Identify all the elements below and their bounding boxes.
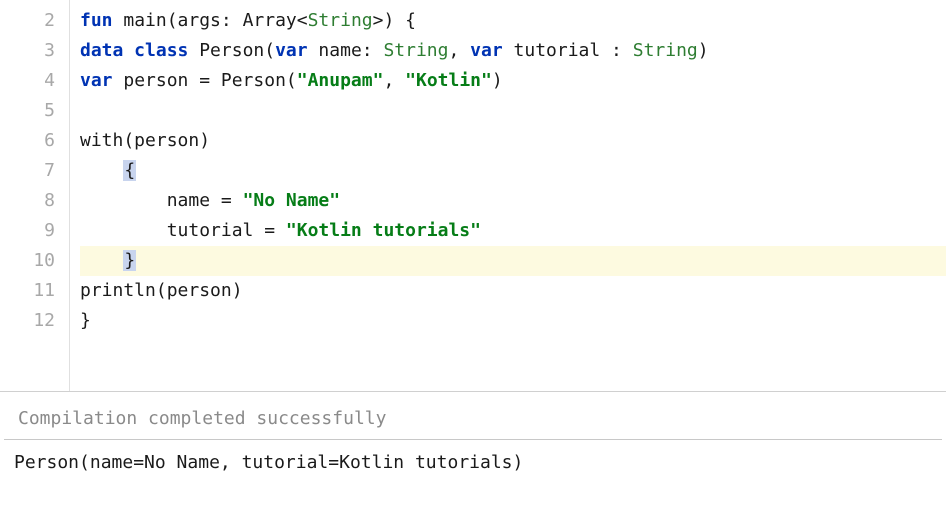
code-token xyxy=(113,10,124,31)
code-token: } xyxy=(80,310,91,331)
code-line[interactable]: tutorial = "Kotlin tutorials" xyxy=(80,216,946,246)
output-pane: Compilation completed successfully Perso… xyxy=(0,392,946,485)
code-line[interactable]: } xyxy=(80,306,946,336)
code-line[interactable]: } xyxy=(80,246,946,276)
code-line[interactable]: data class Person(var name: String, var … xyxy=(80,36,946,66)
code-token: person = Person( xyxy=(113,70,297,91)
code-token: println(person) xyxy=(80,280,243,301)
code-token xyxy=(188,40,199,61)
code-token: data class xyxy=(80,40,188,61)
compilation-status: Compilation completed successfully xyxy=(0,392,946,439)
code-token: var xyxy=(80,70,113,91)
code-token: { xyxy=(123,160,136,181)
code-token: Person( xyxy=(199,40,275,61)
line-number: 3 xyxy=(20,36,55,66)
code-token: >) { xyxy=(373,10,416,31)
code-token: ) xyxy=(492,70,503,91)
line-number: 7 xyxy=(20,156,55,186)
line-number-gutter: 23456789101112 xyxy=(0,0,70,391)
code-line[interactable]: println(person) xyxy=(80,276,946,306)
line-number: 6 xyxy=(20,126,55,156)
line-number: 12 xyxy=(20,306,55,336)
code-token xyxy=(80,250,123,271)
code-token: name = xyxy=(80,190,243,211)
code-token: , xyxy=(383,70,405,91)
code-line[interactable]: fun main(args: Array<String>) { xyxy=(80,6,946,36)
editor-pane: 23456789101112 fun main(args: Array<Stri… xyxy=(0,0,946,392)
code-line[interactable]: with(person) xyxy=(80,126,946,156)
code-token: main(args: Array< xyxy=(123,10,307,31)
code-token: , xyxy=(448,40,470,61)
code-token: var xyxy=(470,40,503,61)
line-number: 2 xyxy=(20,6,55,36)
line-number: 4 xyxy=(20,66,55,96)
code-token xyxy=(80,160,123,181)
code-area[interactable]: fun main(args: Array<String>) {data clas… xyxy=(70,0,946,391)
program-output: Person(name=No Name, tutorial=Kotlin tut… xyxy=(0,440,946,485)
code-line[interactable] xyxy=(80,96,946,126)
code-token: "Anupam" xyxy=(297,70,384,91)
code-token: with(person) xyxy=(80,130,210,151)
code-token: } xyxy=(123,250,136,271)
code-token: String xyxy=(383,40,448,61)
line-number: 5 xyxy=(20,96,55,126)
code-token: tutorial = xyxy=(80,220,286,241)
code-token: String xyxy=(308,10,373,31)
code-token: "Kotlin" xyxy=(405,70,492,91)
line-number: 11 xyxy=(20,276,55,306)
line-number: 9 xyxy=(20,216,55,246)
code-line[interactable]: var person = Person("Anupam", "Kotlin") xyxy=(80,66,946,96)
code-token: "No Name" xyxy=(243,190,341,211)
line-number: 10 xyxy=(20,246,55,276)
code-line[interactable]: name = "No Name" xyxy=(80,186,946,216)
code-token: tutorial : xyxy=(503,40,633,61)
code-token: fun xyxy=(80,10,113,31)
code-token: String xyxy=(633,40,698,61)
code-token: ) xyxy=(698,40,709,61)
code-token: name: xyxy=(308,40,384,61)
line-number: 8 xyxy=(20,186,55,216)
code-line[interactable]: { xyxy=(80,156,946,186)
code-token: var xyxy=(275,40,308,61)
code-token: "Kotlin tutorials" xyxy=(286,220,481,241)
